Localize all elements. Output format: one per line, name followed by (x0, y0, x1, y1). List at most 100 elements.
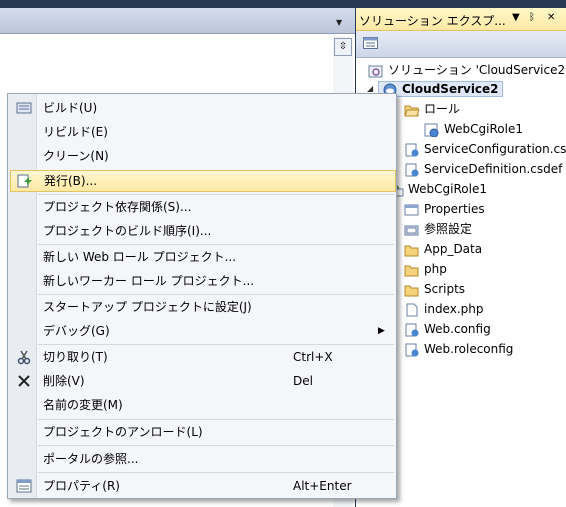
build-icon (16, 100, 32, 116)
folder-icon (404, 243, 420, 257)
menu-item-rename[interactable]: 名前の変更(M) (10, 394, 394, 416)
properties-toolbar-icon[interactable] (363, 37, 378, 49)
tree-item-scripts[interactable]: Scripts (404, 279, 465, 299)
menu-item-label: プロジェクトのアンロード(L) (43, 425, 203, 439)
tree-item-solution[interactable]: ソリューション 'CloudService2' (368, 60, 566, 80)
tree-item-label: Web.roleconfig (424, 342, 514, 356)
publish-icon (17, 173, 33, 189)
role-icon (424, 123, 440, 137)
config-file-icon (404, 143, 420, 157)
tree-item-label: Properties (424, 202, 485, 216)
menu-item-unload-project[interactable]: プロジェクトのアンロード(L) (10, 421, 394, 443)
menu-item-label: 削除(V) (43, 374, 85, 388)
solution-explorer-toolbar (356, 31, 566, 58)
tree-item-label: CloudService2 (402, 82, 499, 96)
editor-splitter-icon[interactable]: ⇳ (334, 38, 352, 56)
config-file-icon (404, 343, 420, 357)
tree-item-label: 参照設定 (424, 222, 473, 236)
menu-item-shortcut: Alt+Enter (293, 479, 352, 493)
file-icon (404, 303, 420, 317)
tree-item-web-project[interactable]: WebCgiRole1 (388, 179, 487, 199)
menu-item-set-startup-project[interactable]: スタートアップ プロジェクトに設定(J) (10, 296, 394, 318)
tree-item-php[interactable]: php (404, 259, 447, 279)
menu-item-label: 名前の変更(M) (43, 398, 123, 412)
solution-icon (368, 64, 384, 78)
menu-item-debug[interactable]: デバッグ(G) ▶ (10, 320, 394, 342)
menu-item-label: クリーン(N) (43, 149, 109, 163)
tree-item-service-configuration[interactable]: ServiceConfiguration.cscfg (404, 139, 566, 159)
menu-item-project-dependencies[interactable]: プロジェクト依存関係(S)... (10, 196, 394, 218)
references-icon (404, 223, 420, 237)
tree-item-references[interactable]: 参照設定 (404, 219, 472, 239)
menu-separator (38, 294, 394, 295)
menu-separator (38, 445, 394, 446)
tree-item-label: WebCgiRole1 (444, 122, 523, 136)
tree-item-roles-folder[interactable]: ロール (404, 99, 460, 119)
menu-item-label: 新しいワーカー ロール プロジェクト... (43, 274, 255, 288)
menu-item-label: 発行(B)... (44, 174, 98, 188)
tree-item-index-php[interactable]: index.php (404, 299, 483, 319)
editor-dropdown-arrow-icon[interactable]: ▼ (336, 18, 342, 27)
menu-separator (38, 194, 394, 195)
tree-item-label: ロール (424, 102, 461, 116)
menu-item-new-worker-role-project[interactable]: 新しいワーカー ロール プロジェクト... (10, 270, 394, 292)
menu-separator (38, 472, 394, 473)
tree-item-web-roleconfig[interactable]: Web.roleconfig (404, 339, 513, 359)
context-menu: ビルド(U) リビルド(E) クリーン(N) 発行(B)... プロジェクト依存… (7, 93, 397, 499)
menu-item-label: スタートアップ プロジェクトに設定(J) (43, 300, 252, 314)
close-icon[interactable]: ✕ (547, 12, 555, 23)
menu-item-label: ビルド(U) (43, 101, 98, 115)
delete-icon (16, 373, 32, 389)
tree-item-web-role[interactable]: WebCgiRole1 (424, 119, 523, 139)
tree-item-label: Scripts (424, 282, 466, 296)
window-position-dropdown-icon[interactable]: ▼ (512, 12, 520, 23)
menu-separator (38, 419, 394, 420)
menu-separator (38, 244, 394, 245)
folder-icon (404, 263, 420, 277)
tree-item-web-config[interactable]: Web.config (404, 319, 491, 339)
tree-item-label: ServiceConfiguration.cscfg (424, 142, 566, 156)
tree-item-label: php (424, 262, 447, 276)
cut-icon (16, 349, 32, 365)
menu-item-browse-portal[interactable]: ポータルの参照... (10, 448, 394, 470)
tree-item-service-definition[interactable]: ServiceDefinition.csdef (404, 159, 562, 179)
properties-icon (16, 478, 32, 494)
submenu-arrow-icon: ▶ (378, 326, 385, 336)
menu-item-new-web-role-project[interactable]: 新しい Web ロール プロジェクト... (10, 246, 394, 268)
solution-explorer-title-bar: ソリューション エクスプ... ▼ ᛒ ✕ (356, 8, 566, 31)
menu-item-label: プロジェクトのビルド順序(I)... (43, 224, 212, 238)
menu-item-clean[interactable]: クリーン(N) (10, 145, 394, 167)
menu-item-label: デバッグ(G) (43, 324, 110, 338)
tree-item-label: ServiceDefinition.csdef (424, 162, 563, 176)
tree-item-label: Web.config (424, 322, 491, 336)
menu-item-delete[interactable]: 削除(V) Del (10, 370, 394, 392)
menu-item-label: プロジェクト依存関係(S)... (43, 200, 192, 214)
tree-item-label: App_Data (424, 242, 483, 256)
tree-item-label: WebCgiRole1 (408, 182, 487, 196)
tree-item-label: index.php (424, 302, 484, 316)
config-file-icon (404, 323, 420, 337)
folder-icon (404, 283, 420, 297)
menu-item-properties[interactable]: プロパティ(R) Alt+Enter (10, 475, 394, 497)
editor-header: ▼ (0, 8, 355, 34)
menu-item-label: ポータルの参照... (43, 452, 139, 466)
folder-open-icon (404, 103, 420, 117)
config-file-icon (404, 163, 420, 177)
auto-hide-pin-icon[interactable]: ᛒ (529, 12, 535, 23)
tree-item-properties[interactable]: Properties (404, 199, 485, 219)
menu-item-rebuild[interactable]: リビルド(E) (10, 121, 394, 143)
menu-item-shortcut: Ctrl+X (293, 350, 333, 364)
tree-item-label: ソリューション 'CloudService2' (388, 63, 566, 77)
editor-tab-strip (0, 0, 355, 8)
tree-item-app-data[interactable]: App_Data (404, 239, 482, 259)
menu-item-build-order[interactable]: プロジェクトのビルド順序(I)... (10, 220, 394, 242)
menu-item-label: プロパティ(R) (43, 479, 120, 493)
menu-item-shortcut: Del (293, 374, 313, 388)
menu-item-label: 新しい Web ロール プロジェクト... (43, 250, 237, 264)
menu-item-label: 切り取り(T) (43, 350, 108, 364)
menu-item-build[interactable]: ビルド(U) (10, 97, 394, 119)
menu-item-publish[interactable]: 発行(B)... (10, 170, 396, 192)
menu-item-cut[interactable]: 切り取り(T) Ctrl+X (10, 346, 394, 368)
properties-icon (404, 203, 420, 217)
solution-explorer-title: ソリューション エクスプ... (359, 14, 506, 28)
